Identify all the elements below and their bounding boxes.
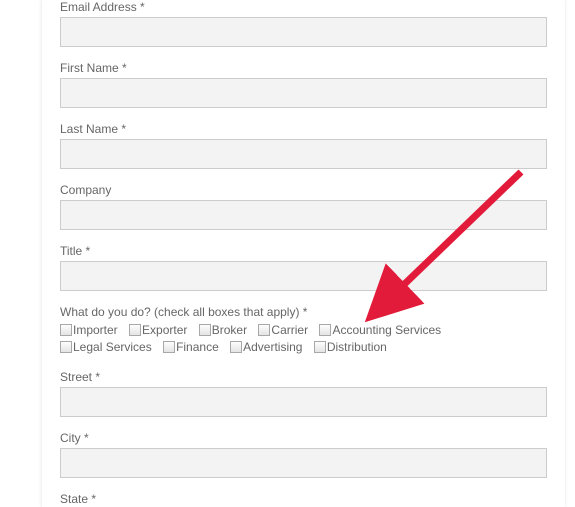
input-city[interactable] (60, 448, 547, 478)
checkbox-accounting-services[interactable] (319, 324, 331, 336)
field-city: City * (60, 431, 547, 478)
option-label: Finance (176, 340, 219, 354)
label-street: Street * (60, 370, 547, 384)
input-last-name[interactable] (60, 139, 547, 169)
checkbox-advertising[interactable] (230, 341, 242, 353)
label-first-name: First Name * (60, 61, 547, 75)
field-what-do-you-do: What do you do? (check all boxes that ap… (60, 305, 547, 356)
page: Email Address * First Name * Last Name *… (0, 0, 575, 507)
label-what-do-you-do: What do you do? (check all boxes that ap… (60, 305, 547, 319)
field-last-name: Last Name * (60, 122, 547, 169)
input-company[interactable] (60, 200, 547, 230)
label-state: State * (60, 492, 547, 506)
label-company: Company (60, 183, 547, 197)
option-label: Carrier (271, 323, 308, 337)
label-last-name: Last Name * (60, 122, 547, 136)
input-email[interactable] (60, 17, 547, 47)
option-label: Distribution (327, 340, 387, 354)
form-panel: Email Address * First Name * Last Name *… (42, 0, 565, 507)
field-company: Company (60, 183, 547, 230)
checkbox-group: Importer Exporter Broker Carrier Account… (60, 322, 547, 356)
option-label: Importer (73, 323, 118, 337)
field-title: Title * (60, 244, 547, 291)
checkbox-broker[interactable] (199, 324, 211, 336)
input-first-name[interactable] (60, 78, 547, 108)
checkbox-distribution[interactable] (314, 341, 326, 353)
field-first-name: First Name * (60, 61, 547, 108)
field-street: Street * (60, 370, 547, 417)
input-title[interactable] (60, 261, 547, 291)
option-label: Legal Services (73, 340, 152, 354)
option-label: Accounting Services (332, 323, 441, 337)
input-street[interactable] (60, 387, 547, 417)
checkbox-exporter[interactable] (129, 324, 141, 336)
option-label: Exporter (142, 323, 187, 337)
checkbox-carrier[interactable] (258, 324, 270, 336)
label-city: City * (60, 431, 547, 445)
checkbox-legal-services[interactable] (60, 341, 72, 353)
option-label: Advertising (243, 340, 302, 354)
field-state: State * (60, 492, 547, 507)
label-title: Title * (60, 244, 547, 258)
field-email: Email Address * (60, 0, 547, 47)
option-label: Broker (212, 323, 247, 337)
checkbox-importer[interactable] (60, 324, 72, 336)
checkbox-finance[interactable] (163, 341, 175, 353)
label-email: Email Address * (60, 0, 547, 14)
